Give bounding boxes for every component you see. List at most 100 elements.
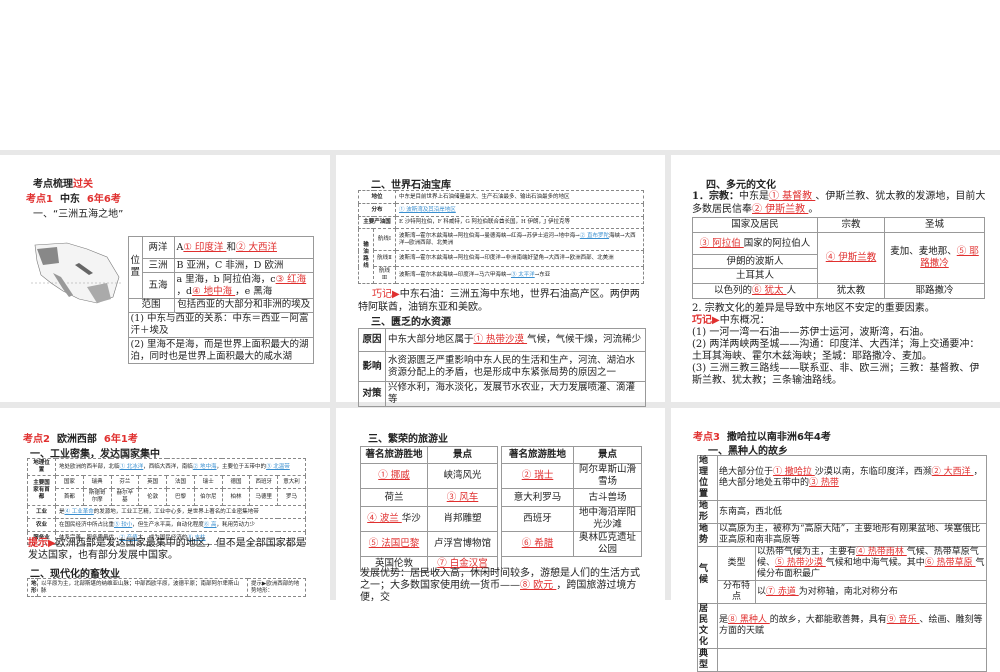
answer-2: ② 大西洋 [931,467,974,477]
capital-cell: 斯德哥尔摩 [82,488,112,506]
answer-7: ⑦ 赤道 [766,586,799,597]
country-cell: 法国 [166,475,195,489]
answer-3: ③ 红海 [275,273,307,285]
answer-6: ⑥ 犹太 [751,285,787,296]
cell: 犹太教 [817,283,885,299]
cell: 意大利罗马 [501,488,574,507]
slide-3[interactable]: 四、多元的文化 1．宗教：中东是① 基督教 、伊斯兰教、犹太教的发源地，目前大多… [671,155,1000,402]
oceans-label: 两洋 [141,235,175,260]
section-heading: 二、世界石油宝库 [371,180,451,191]
cell: 兴修水利，海水淡化，发展节水农业，大力发展喷灌、滴灌等 [385,381,646,407]
section-heading: 一、“三洲五海之地” [33,209,124,220]
text: 人 [786,285,797,296]
cell: 水资源匮乏严重影响中东人民的生活和生产，河流、湖泊水资源分配上的矛盾，也是形成中… [385,351,646,382]
slide-1[interactable]: 考点梳理过关 考点1 中东 6年6考 一、“三洲五海之地” 位置 两洋 A① 印… [0,155,330,402]
country-cell: 瑞典 [82,475,112,489]
oil-table: 地位 中东是目前世界上石油储量最大、生产石油最多、输出石油最多的地区 分布 ① 波斯… [357,190,644,284]
row-label: 原因 [358,328,386,352]
middle-east-map [27,237,128,313]
slide-6[interactable]: 考点3 撒哈拉以南非洲6年4考 一、黑种人的故乡 地理位置 绝大部分位于① 撒哈拉… [671,408,1000,672]
row-label: 地势 [697,523,718,547]
answer-1: ① 撒哈拉 [773,467,815,477]
cell: ⑤ 法国巴黎 [360,531,428,557]
route-label: 航线Ⅱ [372,250,397,267]
cell: 西班牙 [501,506,574,532]
text: →东亚 [534,271,551,278]
range-label: 范围 [127,297,175,314]
answer-5: ⑤ 热带沙漠 [775,558,826,568]
section-heading: 四、多元的文化 [706,180,776,191]
answer-8: ⑧ 黑种人 [728,615,770,625]
cell: 肖邦雕塑 [427,506,498,532]
text: 和 [226,241,236,253]
slide-2[interactable]: 二、世界石油宝库 地位 中东是目前世界上石油储量最大、生产石油最多、输出石油最多的… [336,155,665,407]
text: 。 [808,204,819,215]
text: 华沙 [401,513,421,524]
kd-topic: 中东 [59,194,80,205]
continents-text: B 亚洲，C 非洲，D 欧洲 [173,258,314,274]
route-label: 航线Ⅰ [372,228,397,251]
tip-text: 中东概况： [719,315,770,326]
row-label: 典型 [697,648,718,672]
answer-3: ③ 阿拉伯 [699,237,744,249]
hint: 提示▶欧洲西部的地势地形： [247,578,306,597]
answer-3: ③ 热带 [809,478,839,488]
cell: 波斯湾→霍尔木兹海峡→阿拉伯海→印度洋→非洲南端好望角→大西洋→欧洲西部、北美洲 [395,250,644,267]
row-label: 主要产油国 [357,216,397,229]
text: 在国民经济中所占比重 [59,521,115,528]
kd-label: 考点2 [23,434,50,445]
answer-1: ① 热带沙漠 [473,334,528,345]
text: 是 [719,615,729,625]
answer-6: ⑥ 热带草原 [924,558,976,568]
answer-3: ③ 太平洋 [510,271,535,278]
text: 中东大部分地区属于 [388,334,474,345]
row-label: 工业 [27,505,56,519]
text: 地处欧洲的西半部，北临 [59,463,120,470]
country-cell: 国家 [55,475,84,489]
range-text: 包括西亚的大部分和非洲的埃及 [173,297,314,314]
text: 峡湾风光 [443,470,482,481]
text: 以热带气候为主，主要有 [757,547,857,557]
country-cell: 瑞士 [193,475,223,489]
text: ，耗用劳动力少 [216,521,256,528]
text: 气候和地中海气候。其中 [825,558,925,568]
answer-1: ① 基督教 [768,191,816,202]
title: 考点梳理 [33,179,73,190]
row-label: 地位 [357,190,397,204]
header: 景点 [573,446,642,464]
tip-label: 巧记▶ [372,289,400,300]
answer-2: ② 直布罗陀 [579,232,610,239]
tip-label: 提示▶ [28,538,56,549]
row-label: 农业 [27,518,56,532]
text: 地中海沿岸阳光沙滩 [578,507,636,530]
text: ，但生产水平高，自动化程度 [132,521,204,528]
tip-text: 中东石油：三洲五海中东地，世界石油高产区。两伊两特阿联酋，油销东亚和美欧。 [358,289,640,313]
cell: 耶路撒冷 [884,283,985,299]
capital-cell: 罗马 [277,488,306,506]
text: 波斯湾→霍尔木兹海峡→阿拉伯海→曼德海峡→红海→苏伊士运河→地中海→ [399,232,580,239]
text: 的故乡，大都能歌善舞，具有 [769,615,887,625]
map-image [31,242,123,303]
tip-label: 巧记▶ [692,315,720,326]
slide-4[interactable]: 考点2 欧洲西部 6年1考 一、工业密集，发达国家集中 地理位置 地处欧洲的西半部… [0,408,330,600]
text: a 里海，b 阿拉伯海，c [176,273,276,285]
row-label: 地形 [697,500,718,524]
kd-label: 考点1 [26,194,53,205]
cell: 中东是目前世界上石油储量最大、生产石油最多、输出石油最多的地区 [395,190,644,204]
text: ，e 黑海 [235,285,273,297]
header: 景点 [427,446,498,464]
water-table: 原因 中东大部分地区属于① 热带沙漠 气候，气候干燥，河流稀少 影响 水资源匮乏严重… [358,328,646,407]
continents-label: 三洲 [141,258,175,274]
cell: ④ 波兰 华沙 [360,506,428,532]
answer-1: ① 印度洋 [183,241,227,253]
kd-freq: 6年6考 [86,194,121,205]
text: 意大利罗马 [513,491,562,503]
capital-cell: 赫尔辛基 [110,488,140,506]
answer-3: ③ 北温带 [266,463,290,470]
answer-2: ② 伊斯兰教 [752,204,809,215]
text: 奥林匹克遗址公园 [578,532,636,555]
capital-cell: 首都 [55,488,84,506]
row-label: 分布 [357,203,397,217]
text: 卢浮宫博物馆 [433,538,491,549]
slide-5[interactable]: 三、繁荣的旅游业 著名旅游胜地 景点 著名旅游胜地 景点 ① 挪威 峡湾风光 ② 瑞士 … [336,408,665,603]
